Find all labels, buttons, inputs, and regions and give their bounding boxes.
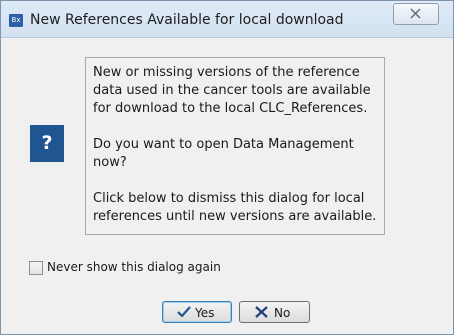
checkmark-icon <box>177 306 191 318</box>
never-show-label[interactable]: Never show this dialog again <box>47 260 221 274</box>
close-icon <box>410 8 421 19</box>
dialog-window: Bx New References Available for local do… <box>0 0 454 335</box>
message-paragraph-2: Do you want to open Data Management now? <box>93 137 354 170</box>
no-label: No <box>274 306 291 320</box>
close-button[interactable] <box>393 3 439 25</box>
never-show-checkbox[interactable] <box>29 261 43 275</box>
no-button[interactable]: No <box>239 301 310 323</box>
app-icon: Bx <box>9 14 23 27</box>
message-paragraph-3: Click below to dismiss this dialog for l… <box>93 191 377 224</box>
question-icon: ? <box>30 125 64 162</box>
x-icon <box>255 306 268 318</box>
yes-button[interactable]: Yes <box>162 301 232 323</box>
message-box: New or missing versions of the reference… <box>85 57 385 235</box>
yes-label: Yes <box>195 306 215 320</box>
title-bar[interactable]: Bx New References Available for local do… <box>1 1 453 38</box>
message-paragraph-1: New or missing versions of the reference… <box>93 65 371 116</box>
window-title: New References Available for local downl… <box>30 12 344 28</box>
